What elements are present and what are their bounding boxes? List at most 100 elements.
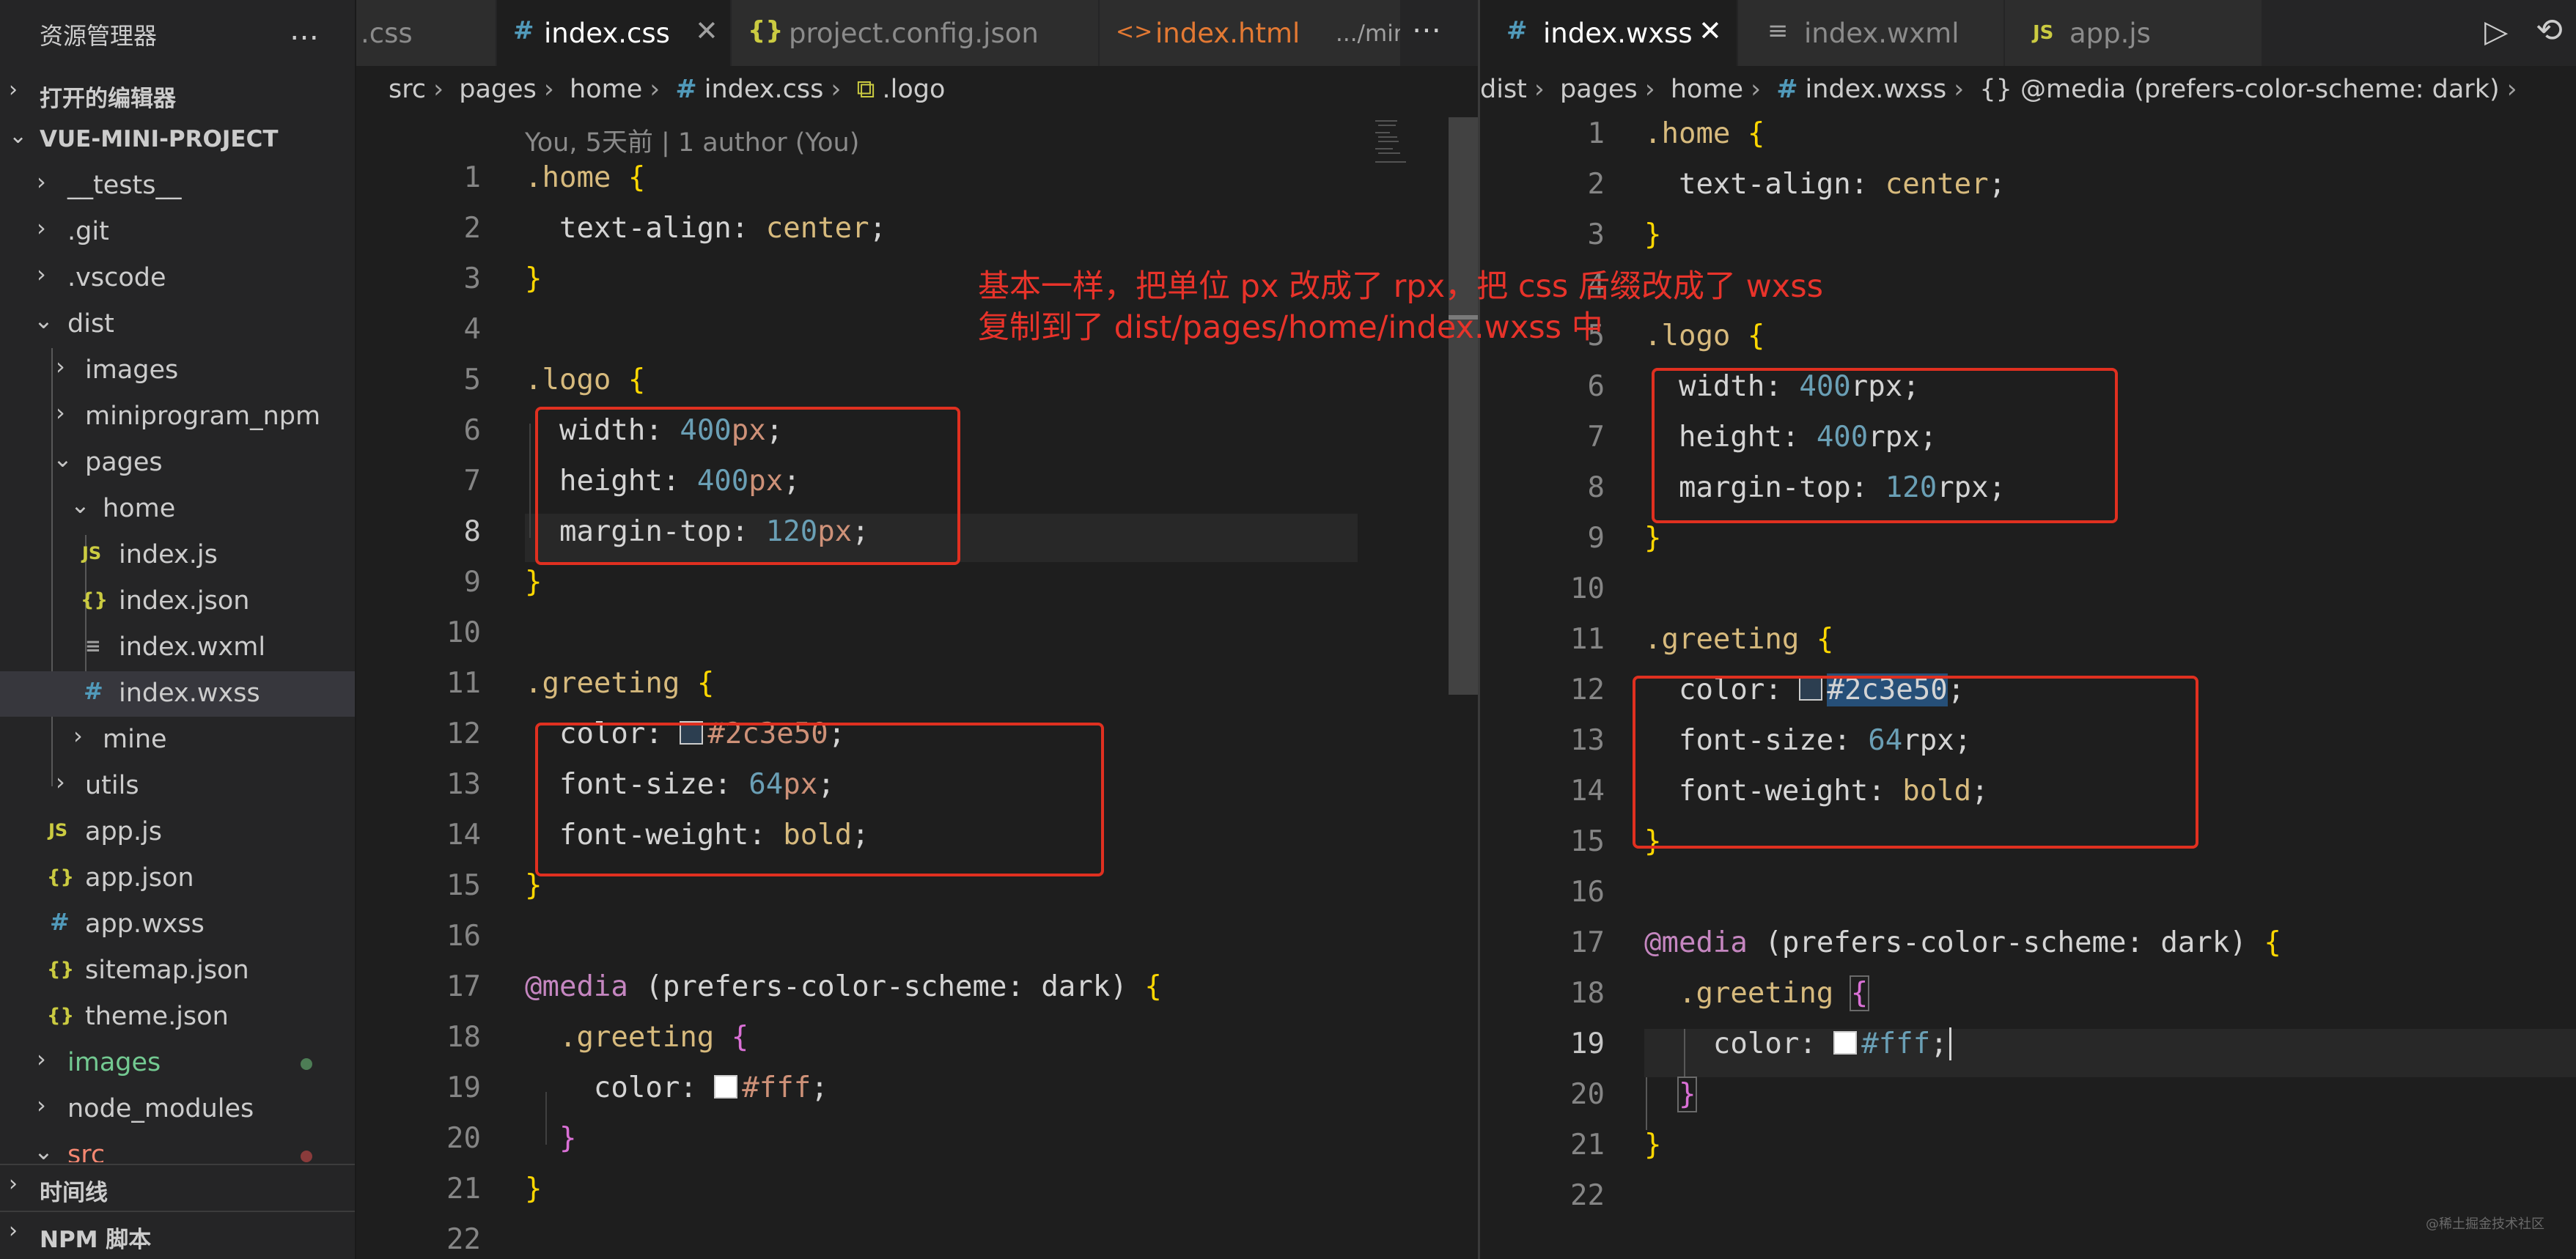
color-swatch[interactable] [714, 1074, 738, 1099]
chevron-down-icon: ⌄ [34, 1137, 54, 1162]
tree-item-label: index.wxml [119, 632, 266, 662]
chevron-right-icon: › [1644, 75, 1655, 104]
tree-item-index-json[interactable]: {} index.json [0, 579, 355, 624]
tree-item-app-js[interactable]: JS app.js [0, 810, 355, 855]
chevron-right-icon: › [56, 768, 65, 796]
tree-item-sitemap-json[interactable]: {} sitemap.json [0, 948, 355, 994]
tab-css-partial[interactable]: .css [356, 0, 497, 66]
open-editors-section[interactable]: › 打开的编辑器 [0, 71, 355, 117]
line-number: 13 [1570, 724, 1605, 757]
tab-index-html[interactable]: <> index.html .../min [1100, 0, 1402, 66]
timeline-section[interactable]: › 时间线 [0, 1164, 355, 1211]
tree-item-src-folder[interactable]: ⌄ src [0, 1133, 355, 1162]
chevron-right-icon: › [831, 75, 842, 104]
tree-item-mine-folder[interactable]: › mine [0, 717, 355, 763]
tree-item-label: src [67, 1140, 106, 1162]
tree-item-app-wxss[interactable]: # app.wxss [0, 902, 355, 948]
breadcrumb-item[interactable]: {} @media (prefers-color-scheme: dark) [1979, 75, 2499, 104]
css-file-icon: # [84, 677, 103, 705]
brace: { [731, 1021, 749, 1054]
tree-item-label: pages [85, 448, 163, 477]
css-property: color [593, 1071, 680, 1104]
tab-label: index.wxml [1804, 18, 1959, 49]
line-number: 11 [1570, 623, 1605, 656]
vertical-scrollbar[interactable] [1449, 117, 1478, 695]
breadcrumb-item[interactable]: index.css [704, 75, 824, 104]
tree-item-dist-folder[interactable]: ⌄ dist [0, 302, 355, 347]
npm-scripts-section[interactable]: › NPM 脚本 [0, 1211, 355, 1258]
tab-index-wxml[interactable]: ≡ index.wxml [1738, 0, 2005, 66]
tree-item-app-json[interactable]: {} app.json [0, 856, 355, 901]
breadcrumb-item[interactable]: pages [1560, 75, 1638, 104]
minimap[interactable] [1375, 117, 1416, 176]
tree-item-index-js[interactable]: JS index.js [0, 533, 355, 578]
tree-item-label: mine [103, 725, 167, 754]
breadcrumb-item[interactable]: .logo [882, 75, 945, 104]
brace: } [559, 1122, 577, 1155]
line-number: 5 [463, 363, 481, 396]
tree-item-utils-folder[interactable]: › utils [0, 764, 355, 809]
code-line: .logo { [525, 363, 645, 396]
breadcrumb-item[interactable]: pages [459, 75, 537, 104]
tree-item-images-folder[interactable]: › images [0, 348, 355, 394]
brace: { [1816, 623, 1834, 656]
chevron-right-icon: › [56, 399, 65, 427]
more-actions-icon[interactable]: … [290, 13, 320, 47]
chevron-down-icon: ⌄ [9, 123, 28, 149]
tab-label: project.config.json [789, 18, 1039, 49]
line-number: 13 [446, 768, 481, 801]
breadcrumb-item[interactable]: src [389, 75, 426, 104]
line-number: 10 [446, 616, 481, 649]
line-number: 3 [463, 262, 481, 295]
media-query: (prefers-color-scheme: dark) [1764, 926, 2247, 959]
color-swatch[interactable] [1833, 1030, 1858, 1055]
left-tab-bar: .css # index.css ✕ {} project.config.jso… [356, 0, 1478, 66]
tree-item-home-folder[interactable]: ⌄ home [0, 487, 355, 532]
tree-item-label: .vscode [67, 263, 166, 292]
brace: { [1747, 320, 1765, 352]
line-number: 18 [446, 1021, 481, 1054]
explorer-sidebar: 资源管理器 … › 打开的编辑器 ⌄ VUE-MINI-PROJECT › __… [0, 0, 356, 1259]
breadcrumb-item[interactable]: index.wxss [1806, 75, 1947, 104]
breadcrumb-item[interactable]: home [1671, 75, 1743, 104]
run-icon[interactable]: ▷ [2484, 13, 2508, 49]
code-line: text-align: center; [559, 212, 887, 245]
tree-item-images-root-folder[interactable]: › images [0, 1041, 355, 1086]
chevron-right-icon: › [2506, 75, 2517, 104]
line-number: 18 [1570, 977, 1605, 1010]
more-actions-icon[interactable]: ⋯ [1412, 13, 1441, 47]
tree-item-git-folder[interactable]: › .git [0, 210, 355, 255]
tab-project-config-json[interactable]: {} project.config.json [732, 0, 1100, 66]
chevron-right-icon: › [9, 1218, 18, 1244]
brace: { [628, 161, 646, 194]
tree-item-theme-json[interactable]: {} theme.json [0, 994, 355, 1040]
chevron-right-icon: › [73, 722, 83, 750]
history-icon[interactable]: ⟲ [2536, 12, 2563, 49]
tree-item-label: index.json [119, 586, 250, 616]
project-section[interactable]: ⌄ VUE-MINI-PROJECT [0, 117, 355, 163]
line-number: 10 [1570, 572, 1605, 605]
tree-item-pages-folder[interactable]: ⌄ pages [0, 440, 355, 486]
tree-item-label: sitemap.json [85, 956, 249, 985]
tab-app-js[interactable]: JS app.js [2005, 0, 2263, 66]
tree-item-tests-folder[interactable]: › __tests__ [0, 163, 355, 209]
tree-item-vscode-folder[interactable]: › .vscode [0, 256, 355, 301]
breadcrumb-item[interactable]: dist [1480, 75, 1527, 104]
css-selector: .logo [525, 363, 611, 396]
tab-index-css[interactable]: # index.css ✕ [497, 0, 732, 66]
tree-item-index-wxss[interactable]: # index.wxss [0, 671, 355, 717]
brace: } [525, 1173, 542, 1206]
tab-index-wxss[interactable]: # index.wxss ✕ [1480, 0, 1738, 66]
brace: } [1644, 218, 1662, 251]
brace: { [696, 667, 715, 700]
breadcrumb-item[interactable]: home [570, 75, 642, 104]
git-blame-lens[interactable]: You, 5天前 | 1 author (You) [525, 122, 859, 159]
close-icon[interactable]: ✕ [695, 15, 718, 47]
close-icon[interactable]: ✕ [1699, 15, 1722, 47]
code-line: .logo { [1644, 320, 1764, 352]
tree-item-miniprogram-npm-folder[interactable]: › miniprogram_npm [0, 394, 355, 440]
tree-item-index-wxml[interactable]: ≡ index.wxml [0, 625, 355, 671]
tree-item-node-modules-folder[interactable]: › node_modules [0, 1087, 355, 1132]
explorer-header: 资源管理器 … [0, 0, 355, 66]
highlight-box-logo [535, 407, 960, 565]
